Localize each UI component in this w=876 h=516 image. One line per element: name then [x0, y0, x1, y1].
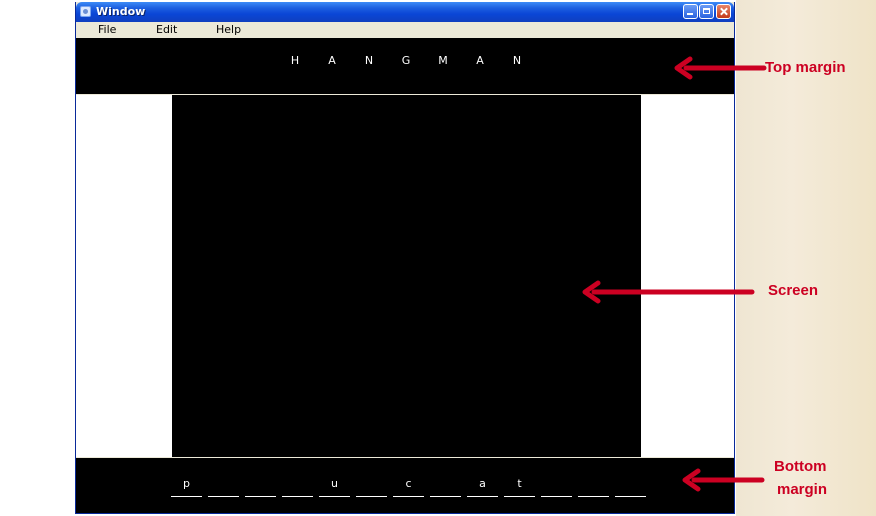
app-window: Window File Edit Help H A N G M A N p u: [75, 2, 735, 514]
top-margin-label: Top margin: [765, 59, 846, 76]
letter-slot: t: [504, 476, 535, 497]
letter-slot: u: [319, 476, 350, 497]
word-slots: p u c a t: [171, 476, 646, 497]
letter-slot: [541, 476, 572, 497]
letter-slot: a: [467, 476, 498, 497]
title-letter: G: [401, 54, 411, 67]
top-margin-panel: H A N G M A N: [76, 38, 734, 94]
top-margin-arrow-icon: [674, 56, 767, 80]
letter-slot: [356, 476, 387, 497]
menu-file[interactable]: File: [98, 23, 116, 37]
bottom-margin-panel: p u c a t: [76, 458, 734, 513]
minimize-button[interactable]: [683, 4, 698, 19]
menu-bar: File Edit Help: [76, 22, 734, 38]
window-title: Window: [96, 5, 146, 18]
screen-arrow-icon: [582, 280, 755, 304]
bottom-margin-label-line2: margin: [777, 481, 828, 498]
letter-slot: p: [171, 476, 202, 497]
letter-slot: [282, 476, 313, 497]
java-app-icon: [80, 6, 91, 17]
letter-slot: [430, 476, 461, 497]
screen-label: Screen: [768, 282, 819, 299]
menu-help[interactable]: Help: [216, 23, 241, 37]
menu-edit[interactable]: Edit: [156, 23, 177, 37]
maximize-button[interactable]: [699, 4, 714, 19]
title-letter: N: [512, 54, 522, 67]
letter-slot: [578, 476, 609, 497]
title-letter: M: [438, 54, 448, 67]
title-letter: A: [328, 54, 336, 67]
letter-slot: c: [393, 476, 424, 497]
title-bar[interactable]: Window: [76, 2, 734, 22]
bottom-margin-arrow-icon: [682, 468, 765, 492]
title-letter: A: [476, 54, 484, 67]
letter-slot: [615, 476, 646, 497]
middle-panel: [76, 95, 734, 457]
title-letter: N: [364, 54, 374, 67]
close-button[interactable]: [716, 4, 731, 19]
bottom-margin-label-line1: Bottom: [774, 458, 827, 475]
letter-slot: [208, 476, 239, 497]
game-screen[interactable]: [172, 95, 641, 457]
letter-slot: [245, 476, 276, 497]
title-letter: H: [290, 54, 300, 67]
game-title: H A N G M A N: [289, 54, 523, 67]
